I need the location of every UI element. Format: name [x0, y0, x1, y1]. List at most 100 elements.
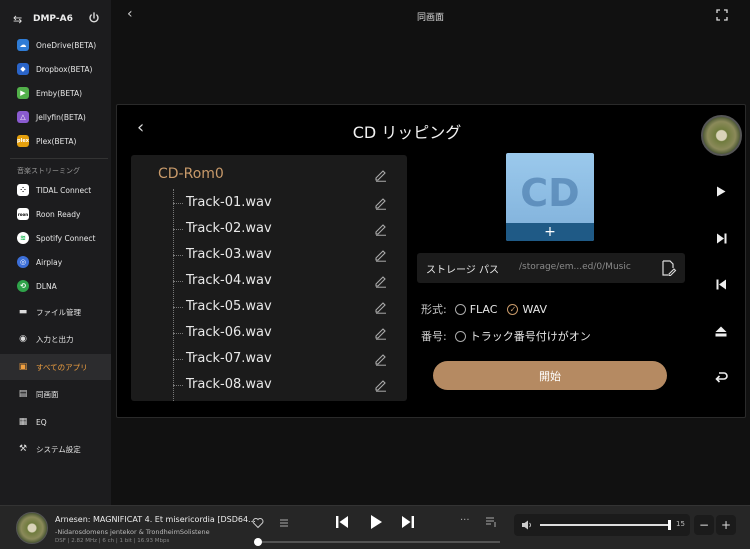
- sidebar-item-input-output[interactable]: ◉ 入力と出力: [0, 327, 111, 351]
- now-playing-artist: -Nidarosdomens jentekor & TrondheimSolis…: [55, 528, 210, 536]
- fullscreen-icon[interactable]: [716, 9, 728, 21]
- power-icon[interactable]: [88, 12, 100, 24]
- sidebar-item-dropbox[interactable]: ◆ Dropbox(BETA): [0, 57, 111, 81]
- speaker-icon[interactable]: [521, 519, 533, 531]
- skip-previous-icon: [716, 279, 726, 289]
- seek-bar[interactable]: [254, 541, 500, 543]
- play-icon: [717, 186, 726, 196]
- edit-root-icon[interactable]: [374, 168, 388, 182]
- track-tree: CD-Rom0 Track-01.wav Track-02.wav Track-…: [131, 155, 407, 401]
- track-item[interactable]: Track-08.wav: [173, 372, 393, 398]
- emby-icon: ▶: [17, 87, 29, 99]
- format-flac-label[interactable]: FLAC: [470, 303, 498, 316]
- sidebar-item-roon[interactable]: roon Roon Ready: [0, 202, 111, 226]
- edit-track-icon[interactable]: [374, 196, 388, 210]
- track-numbering-label[interactable]: トラック番号付けがオン: [470, 328, 591, 344]
- track-item[interactable]: Track-03.wav: [173, 242, 393, 268]
- eject-icon: [715, 326, 727, 336]
- sidebar-item-spotify[interactable]: ≋ Spotify Connect: [0, 226, 111, 250]
- track-item[interactable]: Track-05.wav: [173, 294, 393, 320]
- track-item[interactable]: Track-04.wav: [173, 268, 393, 294]
- sidebar-item-all-apps[interactable]: ▣ すべてのアプリ: [0, 354, 111, 380]
- sidebar-item-emby[interactable]: ▶ Emby(BETA): [0, 81, 111, 105]
- list-menu-icon[interactable]: [278, 517, 290, 529]
- favorite-heart-icon[interactable]: [252, 517, 264, 529]
- player-previous-icon[interactable]: [335, 515, 349, 529]
- volume-up-button[interactable]: +: [716, 515, 736, 535]
- edit-track-icon[interactable]: [374, 300, 388, 314]
- next-button[interactable]: [700, 228, 742, 248]
- sidebar-item-plex[interactable]: plex Plex(BETA): [0, 129, 111, 153]
- player-play-icon[interactable]: [368, 514, 384, 530]
- track-item[interactable]: Track-02.wav: [173, 216, 393, 242]
- now-playing-album-art[interactable]: [16, 512, 48, 544]
- format-flac-radio[interactable]: [454, 303, 466, 315]
- storage-path-label: ストレージ パス: [426, 265, 499, 276]
- tidal-icon: ⁘: [17, 184, 29, 196]
- sidebar-item-eq[interactable]: ▦ EQ: [0, 410, 111, 434]
- sidebar-item-tidal[interactable]: ⁘ TIDAL Connect: [0, 178, 111, 202]
- device-name: DMP-A6: [33, 14, 73, 24]
- track-numbering-radio[interactable]: [454, 330, 466, 342]
- edit-track-icon[interactable]: [374, 378, 388, 392]
- input-output-icon: ◉: [19, 334, 27, 344]
- more-options-icon[interactable]: ···: [460, 515, 470, 526]
- track-item[interactable]: Track-01.wav: [173, 190, 393, 216]
- edit-track-icon[interactable]: [374, 326, 388, 340]
- volume-down-button[interactable]: −: [694, 515, 714, 535]
- sidebar-item-same-screen[interactable]: ▤ 同画面: [0, 382, 111, 406]
- apps-box-icon: ▣: [18, 362, 28, 372]
- edit-track-icon[interactable]: [374, 222, 388, 236]
- edit-track-icon[interactable]: [374, 352, 388, 366]
- page-title: 同画面: [416, 13, 444, 23]
- previous-button[interactable]: [700, 274, 742, 294]
- add-cover-plus-icon[interactable]: +: [506, 224, 594, 240]
- volume-slider-handle[interactable]: [668, 520, 671, 530]
- track-item[interactable]: Track-06.wav: [173, 320, 393, 346]
- skip-next-icon: [716, 233, 726, 243]
- sidebar-item-jellyfin[interactable]: △ Jellyfin(BETA): [0, 105, 111, 129]
- volume-control: 15: [514, 514, 690, 536]
- file-edit-icon[interactable]: [659, 259, 677, 277]
- player-next-icon[interactable]: [401, 515, 415, 529]
- format-wav-check-icon[interactable]: ✓: [507, 303, 519, 315]
- sidebar: ⇆ DMP-A6 ☁ OneDrive(BETA) ◆ Dropbox(BETA…: [0, 0, 111, 505]
- edit-track-icon[interactable]: [374, 274, 388, 288]
- sidebar-divider: [10, 158, 108, 159]
- dialog-title: CD リッピング: [352, 123, 462, 142]
- format-row: 形式: FLAC ✓ WAV: [421, 301, 547, 317]
- sidebar-item-dlna[interactable]: ⟲ DLNA: [0, 274, 111, 298]
- queue-icon[interactable]: [485, 516, 497, 528]
- sidebar-item-airplay[interactable]: ◎ Airplay: [0, 250, 111, 274]
- sidebar-item-file-manager[interactable]: ▬ ファイル管理: [0, 300, 111, 324]
- now-playing-title[interactable]: Arnesen: MAGNIFICAT 4. Et misericordia […: [55, 515, 256, 524]
- return-button[interactable]: [700, 367, 742, 387]
- eject-button[interactable]: [700, 321, 742, 341]
- numbering-row: 番号: トラック番号付けがオン: [421, 328, 591, 344]
- cd-rom-root[interactable]: CD-Rom0: [158, 166, 224, 182]
- sidebar-item-system-settings[interactable]: ⚒ システム設定: [0, 437, 111, 461]
- storage-path-field[interactable]: ストレージ パス /storage/em...ed/0/Music: [417, 253, 685, 283]
- cd-cover-text: CD: [520, 171, 580, 215]
- edit-track-icon[interactable]: [374, 248, 388, 262]
- format-label: 形式:: [421, 303, 447, 316]
- sidebar-item-onedrive[interactable]: ☁ OneDrive(BETA): [0, 33, 111, 57]
- storage-path-value: /storage/em...ed/0/Music: [519, 262, 631, 272]
- seek-handle[interactable]: [254, 538, 262, 546]
- cd-cover-art[interactable]: CD +: [506, 153, 594, 241]
- album-thumbnail[interactable]: [701, 115, 742, 156]
- cd-ripping-dialog: ‹ CD リッピング CD-Rom0 Track-01.wav Track-02…: [116, 104, 746, 418]
- volume-slider[interactable]: [540, 524, 670, 526]
- eq-icon: ▦: [18, 417, 28, 427]
- start-button[interactable]: 開始: [433, 361, 667, 390]
- play-button[interactable]: [700, 181, 742, 201]
- jellyfin-icon: △: [17, 111, 29, 123]
- switch-device-icon[interactable]: ⇆: [13, 13, 22, 26]
- onedrive-icon: ☁: [17, 39, 29, 51]
- format-wav-label[interactable]: WAV: [522, 303, 547, 316]
- track-item[interactable]: Track-07.wav: [173, 346, 393, 372]
- folder-icon: ▬: [18, 307, 28, 317]
- roon-icon: roon: [17, 208, 29, 220]
- volume-value: 15: [676, 520, 685, 528]
- now-playing-bar: Arnesen: MAGNIFICAT 4. Et misericordia […: [0, 505, 750, 549]
